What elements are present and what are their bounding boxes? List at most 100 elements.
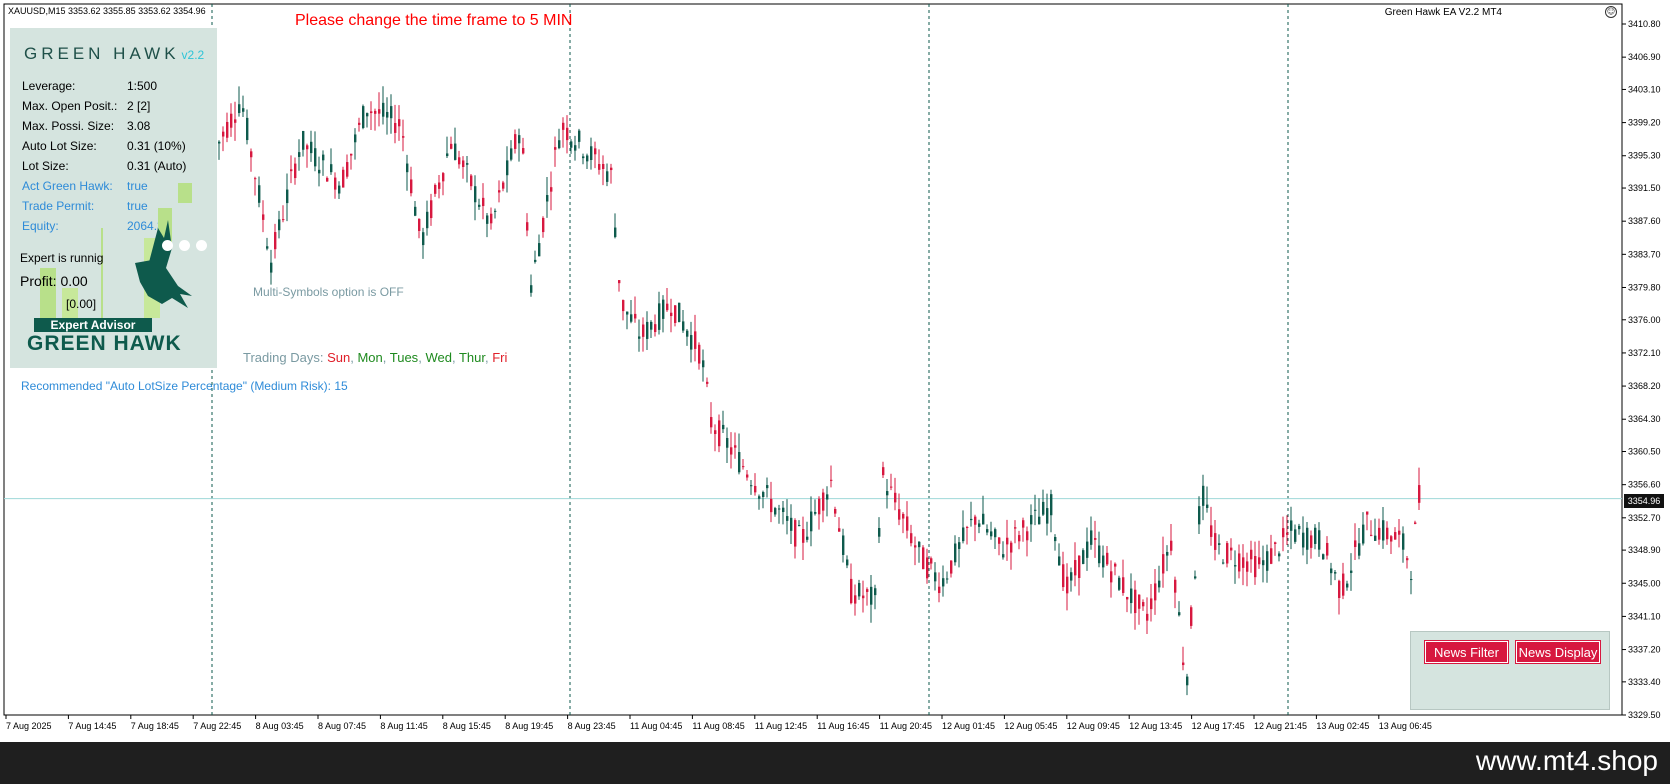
candle-body <box>1030 515 1033 525</box>
panel-row: Auto Lot Size: 0.31 (10%) <box>22 139 186 153</box>
candle-body <box>406 163 409 173</box>
candle-body <box>1106 552 1109 565</box>
candle-body <box>1294 529 1297 542</box>
candle-body <box>874 588 877 596</box>
candle-body <box>494 210 497 212</box>
candle-body <box>278 219 281 231</box>
candle-body <box>1370 534 1373 536</box>
smile-icon[interactable]: ☺ <box>1605 6 1617 18</box>
candle-body <box>1058 556 1061 566</box>
news-display-button[interactable]: News Display <box>1515 640 1601 664</box>
candle-body <box>570 141 573 148</box>
candle-body <box>914 545 917 548</box>
candle-body <box>558 140 561 149</box>
candle-body <box>1038 516 1041 525</box>
candle-body <box>854 595 857 604</box>
candle-body <box>1090 530 1093 545</box>
candle-body <box>474 186 477 203</box>
candle-body <box>870 586 873 605</box>
candle-body <box>1182 662 1185 666</box>
time-label: 7 Aug 14:45 <box>68 721 116 731</box>
candle-body <box>566 127 569 141</box>
candle-body <box>422 232 425 246</box>
candle-body <box>502 182 505 189</box>
candle-body <box>1202 485 1205 506</box>
candle-body <box>1098 545 1101 564</box>
candle-body <box>550 187 553 192</box>
candle-body <box>1230 547 1233 551</box>
chart-area[interactable]: 3410.80 3406.90 3403.10 3399.20 3395.30 3391.… <box>0 0 1670 742</box>
candle-body <box>562 122 565 130</box>
candle-body <box>1150 598 1153 610</box>
panel-row: Max. Open Posit.: 2 [2] <box>22 99 151 113</box>
candle-body <box>1042 501 1045 515</box>
candle-body <box>802 529 805 543</box>
price-label: 3383.70 <box>1628 249 1661 259</box>
candle-body <box>338 185 341 194</box>
ea-label: Green Hawk EA V2.2 MT4 <box>1384 7 1502 18</box>
expert-status: Expert is runnig <box>20 251 104 265</box>
candle-body <box>930 558 933 564</box>
candle-body <box>326 177 329 182</box>
news-filter-button[interactable]: News Filter <box>1424 640 1509 664</box>
candle-body <box>766 485 769 489</box>
candle-body <box>1018 535 1021 542</box>
price-label: 3399.20 <box>1628 118 1661 128</box>
candle-body <box>1126 596 1129 600</box>
candle-body <box>482 197 485 207</box>
time-label: 12 Aug 05:45 <box>1004 721 1057 731</box>
time-label: 8 Aug 03:45 <box>256 721 304 731</box>
candle-body <box>750 485 753 487</box>
candle-body <box>786 516 789 521</box>
price-label: 3395.30 <box>1628 151 1661 161</box>
candle-body <box>594 148 597 155</box>
candle-body <box>950 560 953 574</box>
footer: www.mt4.shop <box>0 742 1670 784</box>
candle-body <box>554 147 557 150</box>
trading-day: Tues <box>389 350 419 365</box>
candle-body <box>762 492 765 497</box>
candle-body <box>1326 542 1329 556</box>
candle-body <box>1174 579 1177 593</box>
price-label: 3348.90 <box>1628 545 1661 555</box>
candle-body <box>954 543 957 563</box>
ea-info-panel: GREEN HAWK v2.2 Leverage: 1:500 Max. Open P… <box>10 28 217 368</box>
candle-body <box>1130 588 1133 604</box>
candle-body <box>1246 561 1249 572</box>
candle-body <box>546 195 549 202</box>
candle-body <box>1314 527 1317 544</box>
price-label: 3364.30 <box>1628 414 1661 424</box>
candle-body <box>1070 572 1073 581</box>
candle-body <box>1066 576 1069 594</box>
candle-body <box>626 311 629 315</box>
candle-body <box>378 109 381 114</box>
price-label: 3329.50 <box>1628 710 1661 720</box>
candle-body <box>490 213 493 224</box>
candle-body <box>922 547 925 570</box>
candle-body <box>1014 527 1017 529</box>
candle-body <box>730 447 733 455</box>
candle-body <box>790 517 793 531</box>
candle-body <box>498 190 501 193</box>
candle-body <box>454 143 457 160</box>
time-label: 13 Aug 06:45 <box>1379 721 1432 731</box>
profit-sub: [0.00] <box>66 297 97 311</box>
trading-day: Thur <box>458 350 485 365</box>
candle-body <box>1138 594 1141 609</box>
candle-body <box>1206 504 1209 508</box>
candle-body <box>314 148 317 167</box>
candle-body <box>510 148 513 160</box>
time-label: 8 Aug 23:45 <box>568 721 616 731</box>
candle-body <box>1062 564 1065 588</box>
candle-body <box>438 182 441 189</box>
candle-body <box>670 312 673 317</box>
candle-body <box>342 169 345 188</box>
candle-body <box>882 467 885 476</box>
candle-body <box>1302 532 1305 548</box>
candle-body <box>1198 506 1201 525</box>
price-label: 3333.40 <box>1628 677 1661 687</box>
candle-body <box>298 152 301 157</box>
candle-body <box>250 151 253 158</box>
candle-body <box>518 135 521 144</box>
candle-body <box>322 154 325 161</box>
